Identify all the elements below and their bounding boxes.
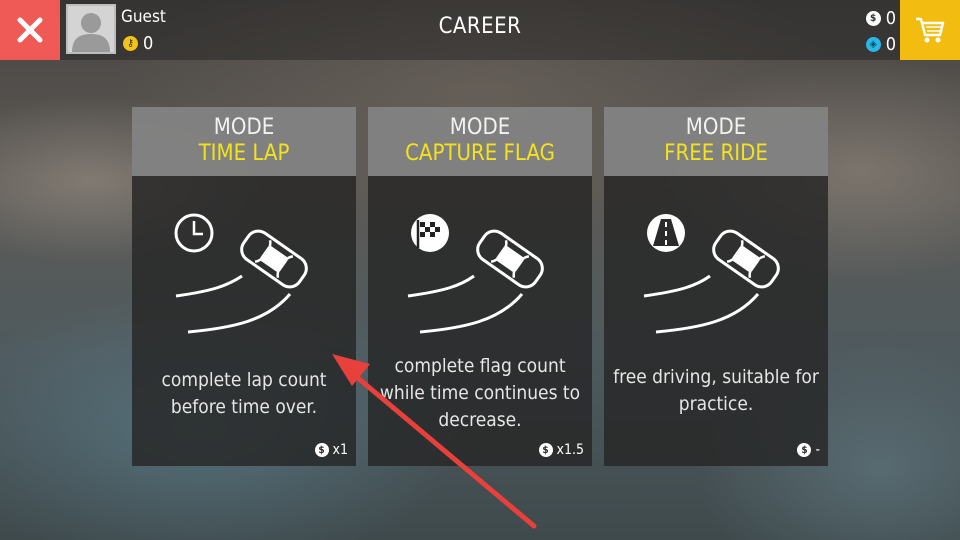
coin-icon: $ xyxy=(797,443,812,457)
card-mode-name: FREE RIDE xyxy=(664,141,768,166)
mode-card-capture-flag[interactable]: MODE CAPTURE FLAG complete flag count wh… xyxy=(368,107,592,466)
coin-icon: $ xyxy=(314,443,329,457)
card-header: MODE FREE RIDE xyxy=(604,107,828,176)
card-header: MODE TIME LAP xyxy=(132,107,356,176)
card-description: complete flag count while time continues… xyxy=(379,355,581,431)
card-mode-name: CAPTURE FLAG xyxy=(405,141,555,166)
card-mode-name: TIME LAP xyxy=(198,141,290,166)
coin-icon: $ xyxy=(538,443,553,457)
top-bar: Guest ⚷ 0 CAREER $ 0 ◈ 0 xyxy=(0,0,960,60)
gem-icon: ◈ xyxy=(865,37,881,52)
multiplier-value: - xyxy=(815,442,820,458)
card-mode-label: MODE xyxy=(685,115,747,140)
car-drift-illustration xyxy=(407,214,544,334)
shopping-cart-icon xyxy=(916,17,945,43)
card-description: complete lap count before time over. xyxy=(161,369,327,418)
car-icon xyxy=(712,229,780,289)
mode-card-free-ride[interactable]: MODE FREE RIDE free driving, suitable fo… xyxy=(604,107,828,466)
reward-multiplier: $ x1.5 xyxy=(538,442,584,458)
reward-multiplier: $ - xyxy=(797,442,820,458)
multiplier-value: x1 xyxy=(332,442,348,458)
checkered-flag-icon xyxy=(411,214,449,252)
card-mode-label: MODE xyxy=(449,115,511,140)
reward-multiplier: $ x1 xyxy=(314,442,348,458)
card-header: MODE CAPTURE FLAG xyxy=(368,107,592,176)
coin-balance: $ 0 xyxy=(865,8,896,29)
card-description: free driving, suitable for practice. xyxy=(613,366,819,415)
gem-balance: ◈ 0 xyxy=(865,34,896,55)
card-mode-label: MODE xyxy=(213,115,275,140)
road-icon xyxy=(647,214,685,252)
shop-button[interactable] xyxy=(900,0,960,60)
coin-icon: $ xyxy=(865,11,881,26)
multiplier-value: x1.5 xyxy=(556,442,584,458)
car-drift-illustration xyxy=(643,214,780,334)
page-title: CAREER xyxy=(438,14,522,39)
car-icon xyxy=(240,229,308,289)
coin-count: 0 xyxy=(885,8,896,29)
car-icon xyxy=(476,229,544,289)
car-drift-illustration xyxy=(174,213,308,334)
mode-card-time-lap[interactable]: MODE TIME LAP complete lap count before … xyxy=(132,107,356,466)
clock-icon xyxy=(174,213,214,253)
gem-count: 0 xyxy=(885,34,896,55)
